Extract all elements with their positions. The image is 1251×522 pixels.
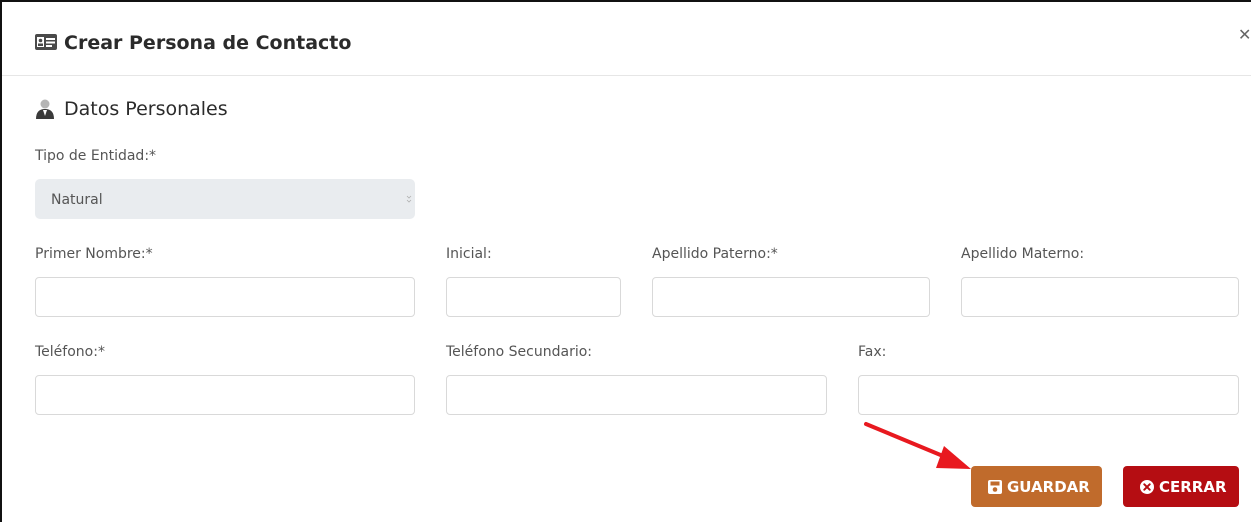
save-icon <box>988 480 1002 494</box>
user-icon <box>36 99 54 119</box>
primer-nombre-label: Primer Nombre:* <box>35 246 153 262</box>
inicial-input[interactable] <box>446 277 621 317</box>
modal-header: Crear Persona de Contacto ✕ <box>2 2 1251 76</box>
telefono-secundario-label: Teléfono Secundario: <box>446 344 593 360</box>
fax-label: Fax: <box>858 344 887 360</box>
apellido-materno-input[interactable] <box>961 277 1239 317</box>
cerrar-button[interactable]: CERRAR <box>1123 466 1239 507</box>
fax-input[interactable] <box>858 375 1239 415</box>
close-icon[interactable]: ✕ <box>1238 26 1251 44</box>
primer-nombre-input[interactable] <box>35 277 415 317</box>
annotation-arrow <box>864 422 971 469</box>
tipo-entidad-label: Tipo de Entidad:* <box>35 148 157 164</box>
guardar-label: GUARDAR <box>1007 478 1090 496</box>
telefono-input[interactable] <box>35 375 415 415</box>
guardar-button[interactable]: GUARDAR <box>971 466 1102 507</box>
apellido-paterno-label: Apellido Paterno:* <box>652 246 778 262</box>
tipo-entidad-value: Natural <box>51 192 103 208</box>
id-card-icon <box>35 34 57 50</box>
tipo-entidad-select[interactable]: Natural <box>35 179 415 219</box>
modal-title: Crear Persona de Contacto <box>64 32 352 54</box>
telefono-secundario-input[interactable] <box>446 375 827 415</box>
section-title: Datos Personales <box>64 98 228 120</box>
close-circle-icon <box>1140 480 1154 494</box>
telefono-label: Teléfono:* <box>35 344 105 360</box>
cerrar-label: CERRAR <box>1159 478 1227 496</box>
apellido-materno-label: Apellido Materno: <box>961 246 1085 262</box>
apellido-paterno-input[interactable] <box>652 277 930 317</box>
inicial-label: Inicial: <box>446 246 492 262</box>
chevron-down-icon <box>406 195 412 203</box>
contact-person-modal: Crear Persona de Contacto ✕ Datos Person… <box>0 0 1251 522</box>
